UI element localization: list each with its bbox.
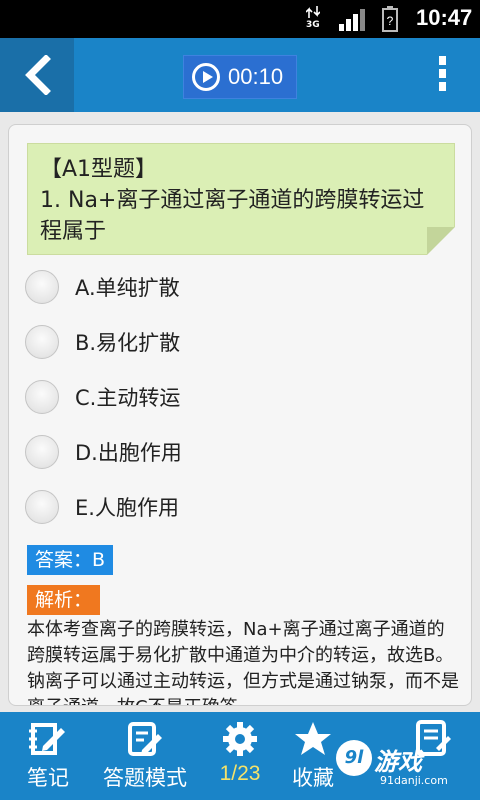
option-d[interactable]: D.出胞作用 <box>25 432 325 472</box>
radio-button[interactable] <box>25 435 59 469</box>
site-watermark: 9l 游戏 91danji.com <box>336 736 476 796</box>
radio-button[interactable] <box>25 270 59 304</box>
question-card: 【A1型题】 1. Na+离子通过离子通道的跨膜转运过程属于 A.单纯扩散 B.… <box>8 124 472 706</box>
radio-button[interactable] <box>25 325 59 359</box>
option-label: A.单纯扩散 <box>75 276 180 300</box>
play-icon <box>192 63 220 91</box>
option-label: C.主动转运 <box>75 386 181 410</box>
option-label: B.易化扩散 <box>75 331 181 355</box>
tab-label: 收藏 <box>292 766 334 790</box>
watermark-site: 91danji.com <box>380 774 448 787</box>
chevron-left-icon <box>25 55 51 95</box>
option-label: D.出胞作用 <box>75 441 182 465</box>
option-e[interactable]: E.人胞作用 <box>25 487 325 527</box>
watermark-logo: 9l <box>336 740 372 776</box>
network-label: 3G <box>306 20 320 30</box>
radio-button[interactable] <box>25 380 59 414</box>
more-dot-icon <box>438 69 446 78</box>
tab-answer-mode[interactable]: 答题模式 <box>96 712 194 800</box>
analysis-title: 解析： <box>27 585 101 615</box>
back-button[interactable] <box>0 38 74 112</box>
signal-strength-icon <box>339 9 365 31</box>
status-bar: 3G ? 10:47 <box>0 0 480 38</box>
clock: 10:47 <box>416 5 473 30</box>
analysis-text: 本体考查离子的跨膜转运，Na+离子通过离子通道的跨膜转运属于易化扩散中通道为中介… <box>27 619 459 705</box>
tab-label: 笔记 <box>27 766 69 790</box>
radio-button[interactable] <box>25 490 59 524</box>
more-dot-icon <box>438 82 446 91</box>
more-dot-icon <box>438 56 446 65</box>
tab-favorite[interactable]: 收藏 <box>288 712 338 800</box>
gear-icon <box>223 722 257 756</box>
watermark-brand: 游戏 <box>374 748 422 776</box>
network-3g-icon: 3G <box>303 6 323 32</box>
svg-text:?: ? <box>387 14 394 28</box>
tab-progress[interactable]: 1/23 <box>212 712 268 800</box>
question-type: 【A1型题】 <box>40 157 158 182</box>
battery-icon: ? <box>382 6 398 32</box>
edit-icon <box>128 722 162 756</box>
option-c[interactable]: C.主动转运 <box>25 377 325 417</box>
page-fold-decoration <box>427 227 455 255</box>
question-box: 【A1型题】 1. Na+离子通过离子通道的跨膜转运过程属于 <box>27 143 455 255</box>
more-menu-button[interactable] <box>432 56 452 96</box>
question-counter: 1/23 <box>219 762 261 785</box>
question-text: 1. Na+离子通过离子通道的跨膜转运过程属于 <box>40 188 425 244</box>
app-header: 00:10 <box>0 38 480 112</box>
star-icon <box>295 722 331 755</box>
note-icon <box>29 723 65 755</box>
tab-notes[interactable]: 笔记 <box>18 712 78 800</box>
option-a[interactable]: A.单纯扩散 <box>25 267 325 307</box>
option-label: E.人胞作用 <box>75 496 179 520</box>
option-b[interactable]: B.易化扩散 <box>25 322 325 362</box>
tab-label: 答题模式 <box>103 766 187 790</box>
timer-button[interactable]: 00:10 <box>183 55 297 99</box>
timer-value: 00:10 <box>228 64 284 89</box>
answer-badge: 答案：B <box>27 545 114 575</box>
